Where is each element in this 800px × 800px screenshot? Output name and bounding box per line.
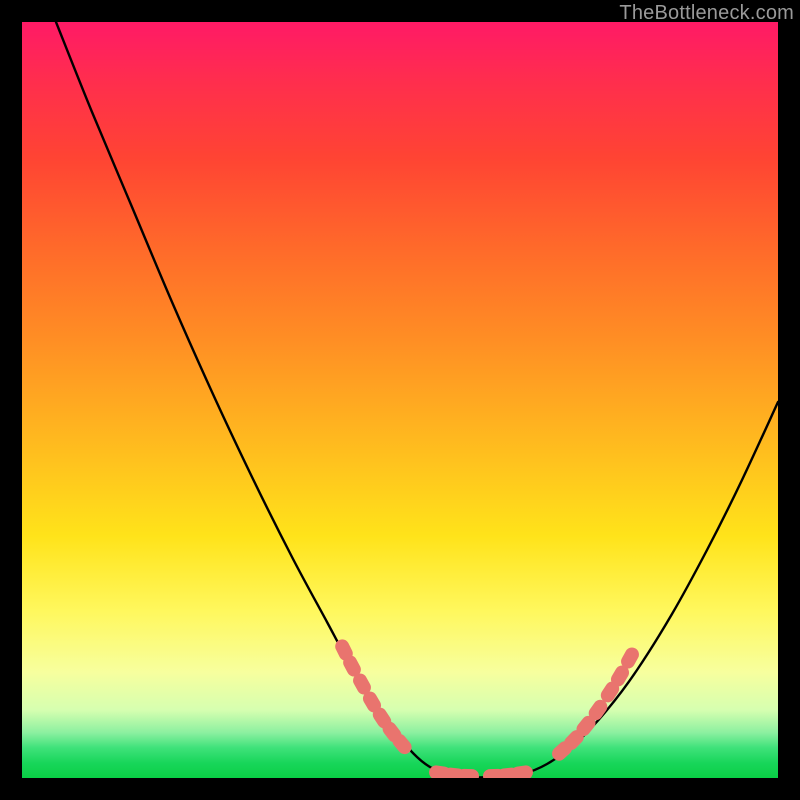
chart-gradient-background xyxy=(22,22,778,778)
chart-frame xyxy=(22,22,778,778)
